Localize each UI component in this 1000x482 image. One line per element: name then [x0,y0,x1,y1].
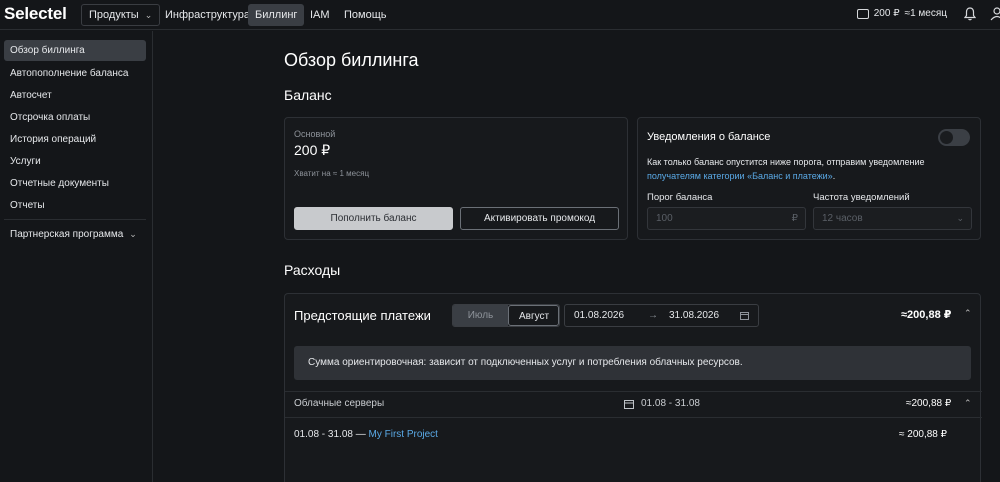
user-icon[interactable] [990,7,1000,21]
sidebar-item-autotopup[interactable]: Автопополнение баланса [4,63,146,84]
upcoming-total: ≈200,88 ₽ [901,309,952,321]
estimate-note: Сумма ориентировочная: зависит от подклю… [294,346,971,380]
group-cloud-servers-range: 01.08 - 31.08 [641,398,700,409]
balance-section-title: Баланс [284,87,332,103]
chevron-down-icon: ⌄ [144,10,153,20]
date-from: 01.08.2026 [574,310,625,321]
nav-help[interactable]: Помощь [337,4,394,26]
notifications-link-suffix: . [832,171,836,181]
top-bar: Selectel Продукты ⌄ Инфраструктура Биллин… [0,0,1000,30]
calendar-icon [740,312,749,320]
upcoming-payments-title: Предстоящие платежи [294,308,431,323]
divider [285,391,982,392]
sidebar-item-autoinvoice[interactable]: Автосчет [4,85,146,106]
notifications-title: Уведомления о балансе [647,131,771,143]
notifications-description: Как только баланс опустится ниже порога,… [647,155,977,183]
threshold-placeholder: 100 [656,213,673,224]
date-range-picker[interactable]: 01.08.2026 → 31.08.2026 [564,304,759,327]
chevron-down-icon: ⌄ [956,213,964,223]
threshold-unit: ₽ [791,213,798,224]
notifications-text: Как только баланс опустится ниже порога,… [647,157,925,167]
sidebar-item-accounting-docs[interactable]: Отчетные документы [4,173,146,194]
chevron-up-icon[interactable]: ⌃ [964,308,972,319]
nav-billing[interactable]: Биллинг [248,4,305,26]
sidebar-item-partner-label: Партнерская программа [10,229,124,240]
group-cloud-servers-name: Облачные серверы [294,398,385,409]
header-balance-period: ≈1 месяц [904,8,947,19]
balance-caption: Основной [294,129,336,139]
month-tab-august[interactable]: Август [508,305,559,326]
balance-enough-for: Хватит на ≈ 1 месяц [294,169,370,178]
row-amount: ≈ 200,88 ₽ [899,429,947,440]
logo[interactable]: Selectel [4,4,67,24]
balance-notifications-card: Уведомления о балансе Как только баланс … [637,117,981,240]
table-row: 01.08 - 31.08 — My First Project [294,429,438,440]
sidebar-item-operations-history[interactable]: История операций [4,129,146,150]
project-link[interactable]: My First Project [369,429,438,440]
divider [285,417,982,418]
sidebar-item-billing-overview[interactable]: Обзор биллинга [4,40,146,61]
sidebar-item-reports[interactable]: Отчеты [4,195,146,216]
frequency-select[interactable]: 12 часов ⌄ [813,207,972,230]
balance-amount: 200 ₽ [294,142,331,158]
sidebar-item-deferred-payment[interactable]: Отсрочка оплаты [4,107,146,128]
page-title: Обзор биллинга [284,50,419,70]
frequency-label: Частота уведомлений [813,192,910,203]
sidebar-item-partner-program[interactable]: Партнерская программа ⌄ [4,224,146,245]
header-balance-amount: 200 ₽ [873,8,900,19]
calendar-icon [624,400,634,409]
expenses-section-title: Расходы [284,262,341,278]
row-range: 01.08 - 31.08 [294,429,353,440]
activate-promo-button[interactable]: Активировать промокод [460,207,619,230]
threshold-label: Порог баланса [647,192,713,203]
sidebar-item-services[interactable]: Услуги [4,151,146,172]
notifications-recipients-link[interactable]: получателям категории «Баланс и платежи» [647,171,833,181]
nav-infrastructure[interactable]: Инфраструктура [158,4,257,26]
month-tab-july[interactable]: Июль [453,305,508,326]
sidebar: Обзор биллинга Автопополнение баланса Ав… [0,31,153,482]
sidebar-divider [4,219,146,220]
threshold-input[interactable]: 100 ₽ [647,207,806,230]
topup-balance-button[interactable]: Пополнить баланс [294,207,453,230]
chevron-up-icon[interactable]: ⌃ [964,398,972,409]
notifications-toggle[interactable] [938,129,970,146]
upcoming-payments-card: Предстоящие платежи Июль Август 01.08.20… [284,293,982,482]
bell-icon[interactable] [964,7,976,21]
row-dash: — [352,429,369,440]
chevron-down-icon: ⌄ [129,229,137,239]
wallet-icon [856,8,869,19]
frequency-value: 12 часов [822,213,863,224]
month-switcher: Июль Август [452,304,560,327]
date-to: 31.08.2026 [669,310,720,321]
balance-card: Основной 200 ₽ Хватит на ≈ 1 месяц Попол… [284,117,628,240]
nav-products[interactable]: Продукты ⌄ [81,4,161,26]
nav-products-label: Продукты [89,9,139,21]
nav-iam[interactable]: IAM [303,4,337,26]
group-cloud-servers-amount: ≈200,88 ₽ [906,398,952,409]
arrow-right-icon: → [648,310,658,321]
header-balance[interactable]: 200 ₽ ≈1 месяц [856,8,947,19]
